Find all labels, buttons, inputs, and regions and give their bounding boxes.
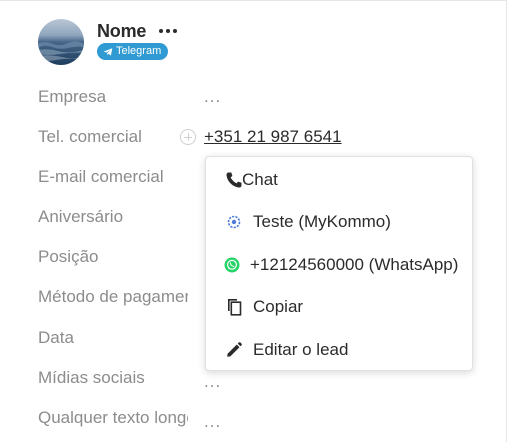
copy-icon (224, 297, 244, 317)
avatar[interactable] (38, 19, 84, 65)
field-value[interactable]: ... (204, 370, 221, 394)
field-label: E-mail comercial (38, 167, 164, 186)
menu-item-whatsapp[interactable]: +12124560000 (WhatsApp) (206, 245, 472, 285)
field-label: Empresa (38, 87, 107, 106)
field-label: Método de pagamento (38, 287, 188, 306)
telegram-badge: Telegram (97, 43, 169, 60)
phone-actions-menu: Chat Teste (MyKommo) +12124560000 (Whats… (205, 156, 473, 371)
field-label: Mídias sociais (38, 368, 145, 387)
field-label: Tel. comercial (38, 127, 142, 146)
contact-card: Nome Telegram Empresa ... Tel. comercial… (0, 0, 507, 442)
field-label: Posição (38, 247, 99, 266)
field-label: Data (38, 328, 74, 347)
contact-name[interactable]: Nome (97, 21, 146, 42)
mykommo-icon (224, 212, 244, 232)
field-value[interactable]: ... (204, 410, 221, 434)
more-options-icon[interactable] (158, 27, 178, 35)
menu-item-label: Chat (242, 170, 278, 189)
menu-item-editar-lead[interactable]: Editar o lead (206, 330, 472, 370)
pencil-icon (224, 340, 244, 360)
menu-item-mykommo[interactable]: Teste (MyKommo) (206, 202, 472, 242)
whatsapp-icon (222, 255, 242, 275)
menu-item-chat[interactable]: Chat (206, 160, 472, 200)
add-phone-icon[interactable] (180, 129, 196, 145)
phone-link[interactable]: +351 21 987 6541 (204, 125, 342, 149)
phone-icon (224, 170, 244, 190)
top-divider (0, 0, 507, 1)
menu-item-label: +12124560000 (WhatsApp) (250, 255, 459, 274)
menu-item-label: Copiar (253, 297, 304, 316)
menu-item-label: Editar o lead (253, 340, 349, 359)
field-label: Qualquer texto longo (38, 408, 188, 427)
telegram-badge-label: Telegram (116, 45, 162, 57)
telegram-icon (103, 47, 113, 56)
menu-item-copiar[interactable]: Copiar (206, 287, 472, 327)
menu-item-label: Teste (MyKommo) (253, 212, 391, 231)
field-label: Aniversário (38, 207, 124, 226)
field-value[interactable]: ... (204, 85, 221, 109)
